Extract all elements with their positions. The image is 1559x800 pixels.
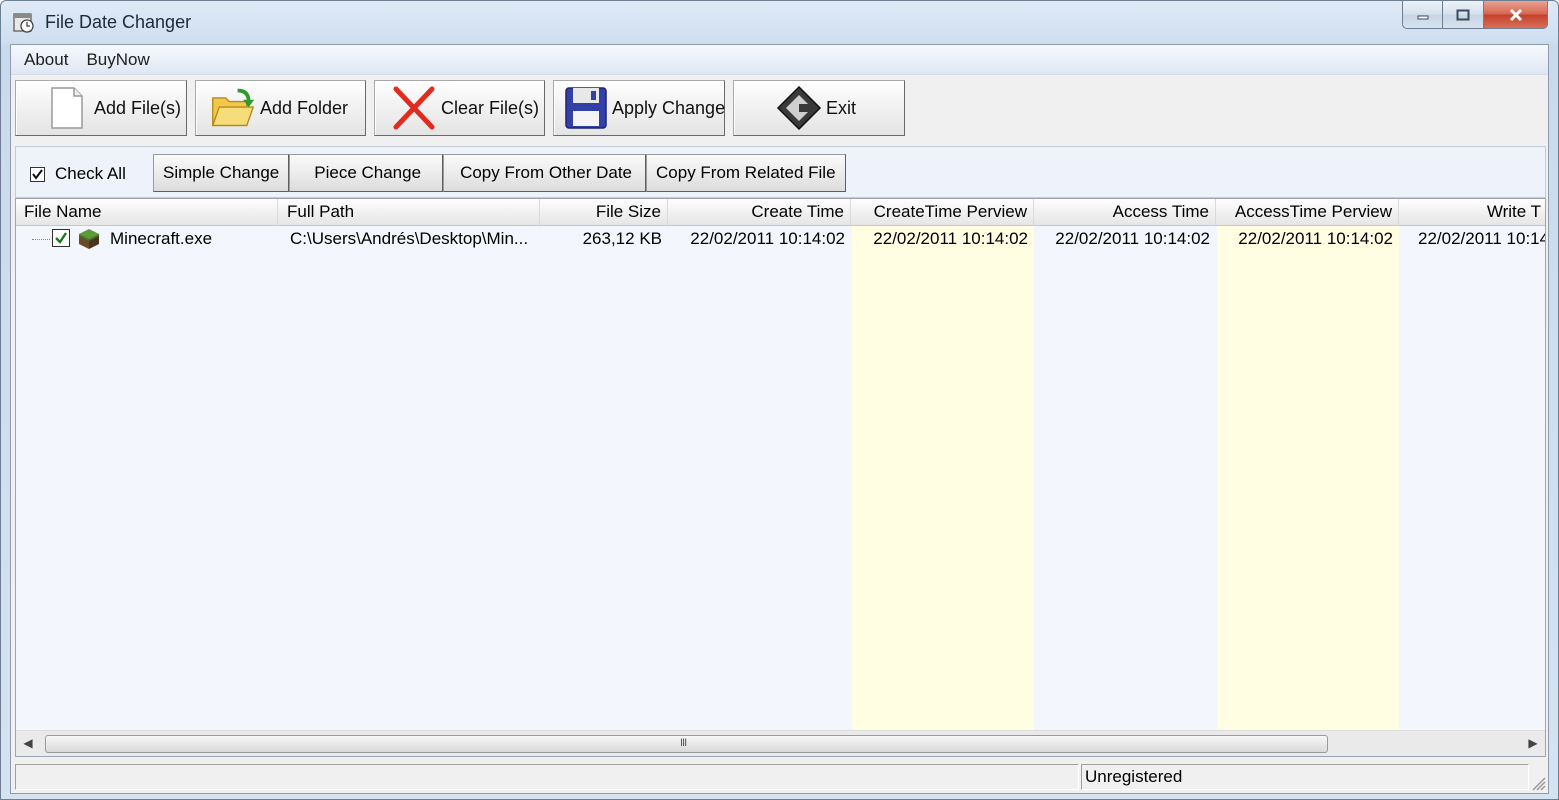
cell-file-name: Minecraft.exe [110, 229, 213, 248]
close-button[interactable] [1484, 1, 1548, 29]
cell-full-path: C:\Users\Andrés\Desktop\Min... [290, 229, 529, 248]
piece-change-button[interactable]: Piece Change [289, 154, 444, 192]
cell-accesstime-preview: 22/02/2011 10:14:02 [1238, 229, 1393, 248]
folder-add-icon [210, 85, 256, 131]
exit-label: Exit [826, 97, 857, 118]
minecraft-block-icon [79, 229, 99, 249]
header-file-name[interactable]: File Name [16, 199, 278, 225]
cell-create-time: 22/02/2011 10:14:02 [690, 229, 845, 248]
status-registration: Unregistered [1081, 764, 1529, 790]
exit-icon [776, 85, 822, 131]
table-row[interactable]: Minecraft.exe C:\Users\Andrés\Desktop\Mi… [16, 226, 1545, 252]
app-icon [13, 13, 34, 33]
client-area: About BuyNow Add File(s) Add Folder Clea… [10, 44, 1549, 794]
cell-createtime-preview: 22/02/2011 10:14:02 [873, 229, 1028, 248]
maximize-button[interactable] [1443, 1, 1484, 29]
header-create-time[interactable]: Create Time [668, 199, 851, 225]
simple-change-button[interactable]: Simple Change [153, 154, 290, 192]
list-header: File Name Full Path File Size Create Tim… [16, 199, 1545, 226]
app-window: File Date Changer About BuyNow Add File(… [0, 0, 1559, 800]
apply-change-label: Apply Change [612, 97, 726, 118]
checkbox-checked-icon [30, 166, 45, 182]
cell-write-time: 22/02/2011 10:14:02 [1418, 229, 1545, 248]
check-all-label: Check All [55, 164, 126, 183]
row-checkbox[interactable] [52, 229, 70, 247]
copy-from-related-file-button[interactable]: Copy From Related File [646, 154, 846, 192]
scroll-right-icon[interactable]: ▶ [1525, 735, 1541, 751]
menu-buynow[interactable]: BuyNow [79, 50, 160, 70]
menu-about[interactable]: About [17, 50, 79, 70]
file-list[interactable]: File Name Full Path File Size Create Tim… [15, 198, 1546, 757]
minimize-button[interactable] [1402, 1, 1443, 29]
red-x-icon [391, 85, 437, 131]
header-createtime-preview[interactable]: CreateTime Perview [851, 199, 1034, 225]
scrollbar-thumb[interactable]: III [45, 735, 1328, 753]
close-icon [1509, 8, 1522, 21]
header-file-size[interactable]: File Size [540, 199, 668, 225]
status-panel-main [15, 764, 1079, 790]
title-bar[interactable]: File Date Changer [1, 1, 1558, 45]
status-bar: Unregistered [11, 761, 1548, 793]
add-folder-button[interactable]: Add Folder [195, 80, 366, 136]
add-files-button[interactable]: Add File(s) [15, 80, 187, 136]
apply-change-button[interactable]: Apply Change [553, 80, 725, 136]
clear-files-button[interactable]: Clear File(s) [374, 80, 545, 136]
floppy-disk-icon [564, 85, 608, 131]
createtime-preview-column-bg [852, 226, 1034, 756]
horizontal-scrollbar[interactable]: ◀ III ▶ [16, 730, 1545, 756]
menu-bar: About BuyNow [11, 45, 1548, 75]
header-full-path[interactable]: Full Path [278, 199, 540, 225]
tree-connector [32, 239, 50, 240]
document-icon [44, 85, 90, 131]
resize-grip-icon[interactable] [1528, 773, 1546, 791]
add-files-label: Add File(s) [94, 97, 182, 118]
scrollbar-grip: III [680, 737, 687, 749]
accesstime-preview-column-bg [1217, 226, 1399, 756]
copy-from-other-date-button[interactable]: Copy From Other Date [443, 154, 647, 192]
add-folder-label: Add Folder [260, 97, 349, 118]
exit-button[interactable]: Exit [733, 80, 905, 136]
maximize-icon [1456, 9, 1470, 20]
scroll-left-icon[interactable]: ◀ [20, 735, 36, 751]
check-all-checkbox[interactable]: Check All [30, 164, 126, 184]
change-mode-bar: Check All Simple Change Piece Change Cop… [15, 146, 1546, 198]
minimize-icon [1417, 15, 1428, 19]
cell-access-time: 22/02/2011 10:14:02 [1055, 229, 1210, 248]
clear-files-label: Clear File(s) [441, 97, 540, 118]
header-access-time[interactable]: Access Time [1034, 199, 1216, 225]
window-title: File Date Changer [45, 12, 192, 32]
header-write-time[interactable]: Write T [1399, 199, 1545, 225]
checkmark-icon [55, 232, 67, 244]
header-accesstime-preview[interactable]: AccessTime Perview [1216, 199, 1399, 225]
toolbar: Add File(s) Add Folder Clear File(s) App… [15, 80, 905, 138]
cell-file-size: 263,12 KB [582, 229, 662, 248]
